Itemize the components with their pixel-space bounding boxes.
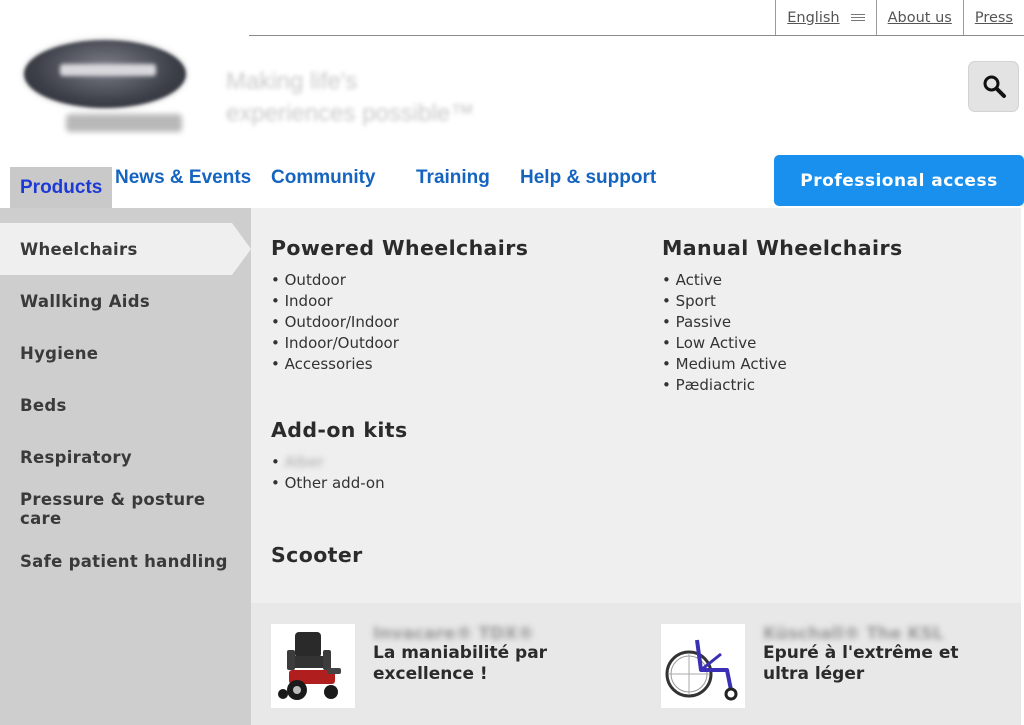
search-icon <box>983 75 1006 98</box>
logo-wordmark <box>60 64 156 76</box>
sidebar-item-hygiene[interactable]: Hygiene <box>0 327 251 379</box>
powered-wheelchairs-list: Outdoor Indoor Outdoor/Indoor Indoor/Out… <box>271 270 528 375</box>
powered-wheelchairs-column: Powered Wheelchairs Outdoor Indoor Outdo… <box>271 236 528 375</box>
manual-wheelchair-image <box>661 624 745 708</box>
scooter-column: Scooter <box>271 543 363 577</box>
language-selector[interactable]: English <box>775 0 875 35</box>
nav-training[interactable]: Training <box>416 155 490 208</box>
manual-wheelchairs-list: Active Sport Passive Low Active Medium A… <box>662 270 903 396</box>
list-item[interactable]: Outdoor <box>271 270 528 291</box>
featured-product-desc: La maniabilité par excellence ! <box>373 643 548 684</box>
powered-wheelchairs-heading[interactable]: Powered Wheelchairs <box>271 236 528 260</box>
sidebar-item-beds[interactable]: Beds <box>0 379 251 431</box>
list-item[interactable]: Low Active <box>662 333 903 354</box>
nav-news-events[interactable]: News & Events <box>115 155 251 208</box>
utility-bar: English About us Press <box>249 0 1024 36</box>
addon-kits-heading[interactable]: Add-on kits <box>271 418 408 442</box>
press-link[interactable]: Press <box>962 0 1024 35</box>
sidebar-item-walking-aids[interactable]: Wallking Aids <box>0 275 251 327</box>
featured-product-name: Küschall® The KSL <box>763 624 944 644</box>
list-item[interactable]: Indoor/Outdoor <box>271 333 528 354</box>
professional-access-button[interactable]: Professional access <box>774 155 1024 206</box>
category-sidebar: Wheelchairs Wallking Aids Hygiene Beds R… <box>0 208 251 725</box>
scooter-heading[interactable]: Scooter <box>271 543 363 567</box>
list-item[interactable]: Passive <box>662 312 903 333</box>
list-item[interactable]: Indoor <box>271 291 528 312</box>
utility-links: English About us Press <box>775 0 1024 35</box>
power-wheelchair-image <box>271 624 355 708</box>
nav-help-support[interactable]: Help & support <box>520 155 656 208</box>
sidebar-item-wheelchairs[interactable]: Wheelchairs <box>0 223 251 275</box>
tagline-line-2: experiences possible™ <box>226 100 475 127</box>
sidebar-item-pressure-posture[interactable]: Pressure & posture care <box>0 483 251 535</box>
featured-product-desc: Epuré à l'extrême et ultra léger <box>763 643 959 684</box>
sidebar-item-safe-patient-handling[interactable]: Safe patient handling <box>0 535 251 587</box>
list-item[interactable]: Other add-on <box>271 473 408 494</box>
nav-community[interactable]: Community <box>271 155 376 208</box>
manual-wheelchairs-column: Manual Wheelchairs Active Sport Passive … <box>662 236 903 396</box>
manual-wheelchairs-heading[interactable]: Manual Wheelchairs <box>662 236 903 260</box>
list-item[interactable]: Accessories <box>271 354 528 375</box>
featured-product-name: Invacare® TDX® <box>373 624 535 644</box>
list-item[interactable]: Sport <box>662 291 903 312</box>
addon-kits-column: Add-on kits Alber Other add-on <box>271 418 408 494</box>
about-us-link[interactable]: About us <box>875 0 963 35</box>
language-label: English <box>787 9 840 26</box>
list-item-label: Alber <box>284 453 324 471</box>
list-item[interactable]: Alber <box>271 452 408 473</box>
sidebar-item-respiratory[interactable]: Respiratory <box>0 431 251 483</box>
logo-subtext <box>66 114 182 132</box>
featured-products: Invacare® TDX® La maniabilité par excell… <box>251 603 1021 725</box>
list-item[interactable]: Active <box>662 270 903 291</box>
tagline: Making life's experiences possible™ <box>226 66 474 130</box>
mega-menu: Wheelchairs Wallking Aids Hygiene Beds R… <box>0 208 1021 725</box>
list-item[interactable]: Outdoor/Indoor <box>271 312 528 333</box>
list-item[interactable]: Medium Active <box>662 354 903 375</box>
nav-products[interactable]: Products <box>10 167 113 208</box>
addon-kits-list: Alber Other add-on <box>271 452 408 494</box>
tagline-line-1: Making life's <box>226 68 358 95</box>
search-button[interactable] <box>968 61 1019 112</box>
brand-logo[interactable] <box>18 36 188 141</box>
list-item[interactable]: Pædiactric <box>662 375 903 396</box>
menu-lines-icon <box>850 12 865 23</box>
